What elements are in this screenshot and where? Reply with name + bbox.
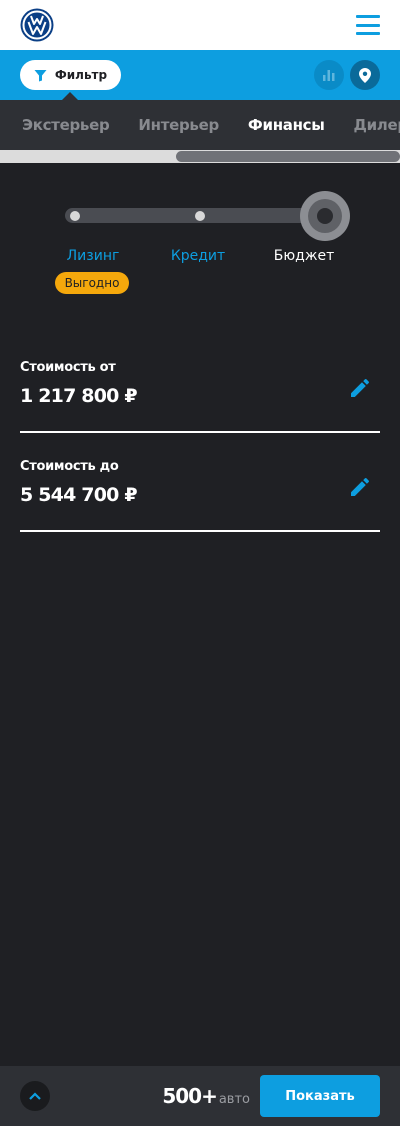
menu-line [356,15,380,18]
hamburger-menu-icon[interactable] [356,15,380,35]
tab-interior[interactable]: Интерьер [138,116,219,134]
filter-button[interactable]: Фильтр [20,60,121,90]
bar-chart-icon[interactable] [314,60,344,90]
location-pin-icon[interactable] [350,60,380,90]
slider-handle[interactable] [300,191,350,241]
filter-button-label: Фильтр [54,68,108,82]
funnel-icon [34,69,47,81]
slider-stop-leasing[interactable] [70,211,80,221]
option-credit[interactable]: Кредит [171,248,225,264]
price-from-label: Стоимость от [20,360,116,375]
show-results-button[interactable]: Показать [260,1075,380,1117]
tabs-scrollbar-thumb[interactable] [176,151,400,162]
header [0,0,400,50]
results-count: 500+ авто [162,1084,250,1108]
benefit-badge: Выгодно [55,272,129,294]
slider-stop-credit[interactable] [195,211,205,221]
slider-handle-ring [308,199,342,233]
tab-dealers[interactable]: Дилеры [354,116,400,134]
chevron-up-icon [29,1092,41,1100]
pencil-icon[interactable] [348,376,372,400]
section-tabs: Экстерьер Интерьер Финансы Дилеры [0,100,400,150]
menu-line [356,23,380,27]
payment-type-slider: Лизинг Кредит Бюджет Выгодно [0,190,400,310]
menu-line [356,32,380,35]
results-count-value: 500+ [162,1084,218,1108]
results-count-unit: авто [218,1092,250,1107]
bottom-bar: 500+ авто Показать [0,1066,400,1126]
filter-caret [62,92,78,100]
tabs-scrollbar[interactable] [0,150,400,163]
scroll-up-button[interactable] [20,1081,50,1111]
filter-bar-actions [314,60,380,90]
tab-exterior[interactable]: Экстерьер [22,116,110,134]
price-to-value: 5 544 700 ₽ [20,484,138,506]
slider-handle-core [317,208,333,224]
price-to-field[interactable]: Стоимость до 5 544 700 ₽ [20,433,380,532]
price-from-value: 1 217 800 ₽ [20,385,138,407]
option-budget[interactable]: Бюджет [274,248,334,264]
price-from-field[interactable]: Стоимость от 1 217 800 ₽ [20,334,380,433]
option-leasing[interactable]: Лизинг [67,248,120,264]
tab-finance[interactable]: Финансы [248,116,325,134]
volkswagen-logo[interactable] [20,8,54,42]
pencil-icon[interactable] [348,475,372,499]
filter-bar: Фильтр [0,50,400,100]
price-to-label: Стоимость до [20,459,119,474]
